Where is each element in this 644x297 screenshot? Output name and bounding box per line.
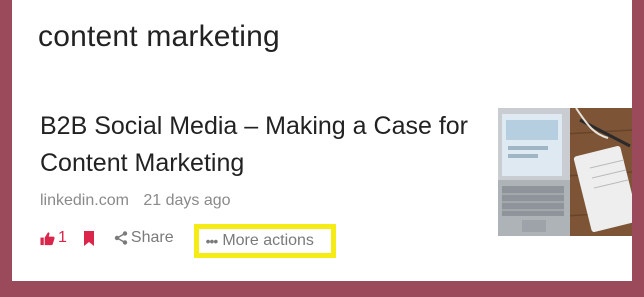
search-query-heading: content marketing (38, 20, 280, 53)
like-count: 1 (58, 229, 67, 246)
share-button[interactable]: Share (114, 229, 174, 247)
bookmark-button[interactable] (83, 230, 95, 246)
article-meta: linkedin.com 21 days ago (40, 192, 231, 210)
article-age: 21 days ago (143, 192, 231, 209)
bookmark-icon (83, 230, 94, 246)
article-source: linkedin.com (40, 192, 129, 209)
more-actions-label: More actions (222, 232, 314, 249)
thumbs-up-icon (40, 231, 55, 245)
article-thumbnail[interactable] (498, 108, 632, 236)
ellipsis-icon: ••• (205, 233, 219, 249)
search-result-card: content marketing B2B Social Media – Mak… (12, 0, 632, 281)
more-actions-button[interactable]: ••• More actions (193, 224, 336, 258)
like-button[interactable]: 1 (40, 229, 67, 247)
laptop-photo-image (498, 108, 632, 236)
share-icon (114, 231, 128, 245)
article-actions: 1 Share ••• More actions (40, 224, 336, 258)
article-title-link[interactable]: B2B Social Media – Making a Case for Con… (40, 108, 500, 182)
share-label: Share (130, 229, 174, 246)
